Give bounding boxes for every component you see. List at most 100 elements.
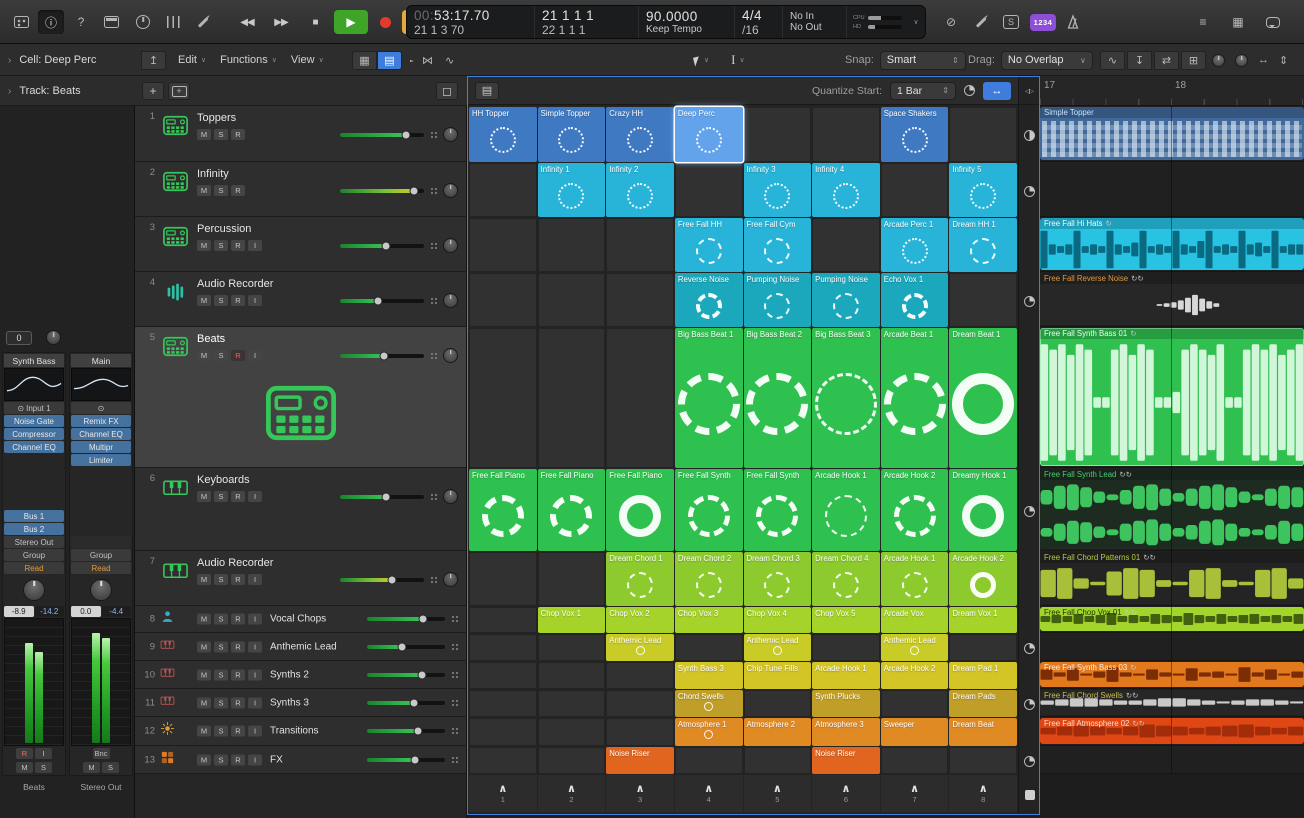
track-s-button[interactable]: S — [214, 240, 228, 251]
notes-button[interactable] — [1260, 10, 1286, 34]
timeline-region[interactable]: Free Fall Chord Patterns 01↻↻ — [1040, 552, 1304, 604]
loop-cell[interactable]: Dream Pad 1 — [949, 662, 1017, 689]
empty-cell[interactable] — [949, 273, 1017, 327]
empty-cell[interactable] — [538, 718, 606, 746]
timeline-region[interactable]: Free Fall Chord Swells↻↻ — [1040, 690, 1304, 715]
quantize-start-dropdown[interactable]: 1 Bar⇕ — [890, 82, 956, 100]
group-slot[interactable]: Group — [71, 549, 131, 561]
pan-knob[interactable] — [443, 238, 458, 253]
mixer-button[interactable] — [160, 10, 186, 34]
empty-cell[interactable] — [606, 718, 674, 746]
loop-cell[interactable]: Dream Chord 1 — [606, 552, 674, 606]
marquee-button[interactable]: ⊞ — [1181, 51, 1206, 70]
pan-knob[interactable] — [443, 127, 458, 142]
scene-trigger[interactable]: ∧1 — [469, 775, 537, 812]
track-r-button[interactable]: R — [231, 129, 245, 140]
track-s-button[interactable]: S — [214, 697, 228, 708]
share-button[interactable]: ↥ — [1295, 10, 1304, 34]
loop-cell[interactable]: Free Fall HH — [675, 218, 743, 272]
loop-cell[interactable]: Chop Vox 2 — [606, 607, 674, 633]
track-header[interactable]: 4 Audio RecorderMSRI — [135, 272, 466, 327]
solo-button[interactable]: S — [35, 762, 52, 773]
zoom-knob[interactable] — [1235, 54, 1248, 67]
track-name[interactable]: Vocal Chops — [270, 614, 326, 625]
loop-cell[interactable]: Big Bass Beat 1 — [675, 328, 743, 468]
insert-slot[interactable]: Limiter — [71, 454, 131, 466]
timeline-lane[interactable]: Free Fall Synth Bass 03↻ — [1040, 661, 1304, 689]
loop-cell[interactable]: Reverse Noise — [675, 273, 743, 327]
loop-cell[interactable]: Space Shakers — [881, 107, 949, 162]
empty-cell[interactable] — [675, 634, 743, 661]
smart-controls-button[interactable] — [130, 10, 156, 34]
autopunch-button[interactable] — [968, 10, 994, 34]
loop-cell[interactable]: Sweeper — [881, 718, 949, 746]
track-r-button[interactable]: R — [231, 726, 245, 737]
eq-thumbnail[interactable] — [71, 368, 131, 401]
automation-button[interactable]: ∿ — [1100, 51, 1125, 70]
track-s-button[interactable]: S — [214, 614, 228, 625]
input-slot[interactable]: ⊙Input 1 — [4, 402, 64, 414]
timeline-lane[interactable]: Free Fall Hi Hats↻ — [1040, 217, 1304, 272]
quick-help-button[interactable]: ? — [68, 10, 94, 34]
cell-loop-indicator[interactable] — [1024, 130, 1035, 141]
timeline-lane[interactable]: Free Fall Chord Swells↻↻ — [1040, 689, 1304, 717]
loop-cell[interactable]: Chop Vox 4 — [744, 607, 812, 633]
loop-cell[interactable]: Anthemic Lead — [606, 634, 674, 661]
track-m-button[interactable]: M — [197, 726, 211, 737]
menu-edit[interactable]: Edit∨ — [172, 51, 212, 69]
stop-all-cells-button[interactable] — [1025, 790, 1035, 800]
loop-cell[interactable]: Dreamy Hook 1 — [949, 469, 1017, 551]
tracks-view-button[interactable]: ▤ — [377, 51, 402, 70]
track-s-button[interactable]: S — [214, 641, 228, 652]
volume-slider[interactable] — [367, 701, 445, 705]
inspector-button[interactable]: ⓘ — [38, 10, 64, 34]
lcd-display[interactable]: 00:53:17.70 21 1 3 70 21 1 1 1 22 1 1 1 … — [406, 5, 926, 39]
send-slot[interactable]: Bus 2 — [4, 523, 64, 535]
track-s-button[interactable]: S — [214, 754, 228, 765]
empty-cell[interactable] — [606, 662, 674, 689]
library-button[interactable] — [8, 10, 34, 34]
scene-trigger[interactable]: ∧2 — [538, 775, 606, 812]
track-m-button[interactable]: M — [197, 350, 211, 361]
empty-cell[interactable] — [744, 690, 812, 717]
track-header-label[interactable]: › Track: Beats — [8, 76, 81, 106]
link-button[interactable]: ⇄ — [1154, 51, 1179, 70]
loop-cell[interactable]: Atmosphere 3 — [812, 718, 880, 746]
loop-cell[interactable]: Free Fall Cym — [744, 218, 812, 272]
volume-slider[interactable] — [367, 758, 445, 762]
empty-cell[interactable] — [469, 747, 537, 774]
track-name[interactable]: Keyboards — [197, 474, 262, 486]
scene-trigger[interactable]: ∧6 — [812, 775, 880, 812]
empty-cell[interactable] — [469, 634, 537, 661]
loop-cell[interactable]: Arcade Beat 1 — [881, 328, 949, 468]
track-r-button[interactable]: R — [231, 697, 245, 708]
up-arrow-button[interactable]: ↥ — [141, 51, 166, 70]
loop-cell[interactable]: Infinity 2 — [606, 163, 674, 217]
empty-cell[interactable] — [538, 552, 606, 606]
volume-db-value[interactable]: -8.9 — [4, 606, 34, 617]
empty-cell[interactable] — [606, 328, 674, 468]
timeline-lane[interactable]: Free Fall Synth Bass 01↻ — [1040, 327, 1304, 468]
toolbar-button[interactable] — [98, 10, 124, 34]
gain-knob[interactable] — [46, 330, 61, 345]
count-in-button[interactable]: 1234 — [1030, 14, 1056, 31]
timeline-region[interactable]: Free Fall Synth Bass 03↻ — [1040, 662, 1304, 687]
track-i-button[interactable]: I — [248, 669, 262, 680]
solo-button[interactable]: S — [998, 10, 1024, 34]
volume-slider[interactable] — [367, 729, 445, 733]
empty-cell[interactable] — [469, 690, 537, 717]
track-s-button[interactable]: S — [214, 185, 228, 196]
track-name[interactable]: Toppers — [197, 112, 245, 124]
loop-cell[interactable]: Chop Vox 3 — [675, 607, 743, 633]
track-header[interactable]: 12 MSRITransitions — [135, 717, 466, 746]
loop-cell[interactable]: Arcade Perc 1 — [881, 218, 949, 272]
track-s-button[interactable]: S — [214, 726, 228, 737]
empty-cell[interactable] — [949, 634, 1017, 661]
empty-cell[interactable] — [675, 163, 743, 217]
loop-cell[interactable]: Dream Vox 1 — [949, 607, 1017, 633]
loop-cell[interactable]: Free Fall Piano — [538, 469, 606, 551]
track-r-button[interactable]: R — [231, 574, 245, 585]
track-s-button[interactable]: S — [214, 129, 228, 140]
track-r-button[interactable]: R — [231, 350, 245, 361]
vertical-zoom-icon[interactable]: ⇕ — [1279, 54, 1288, 67]
